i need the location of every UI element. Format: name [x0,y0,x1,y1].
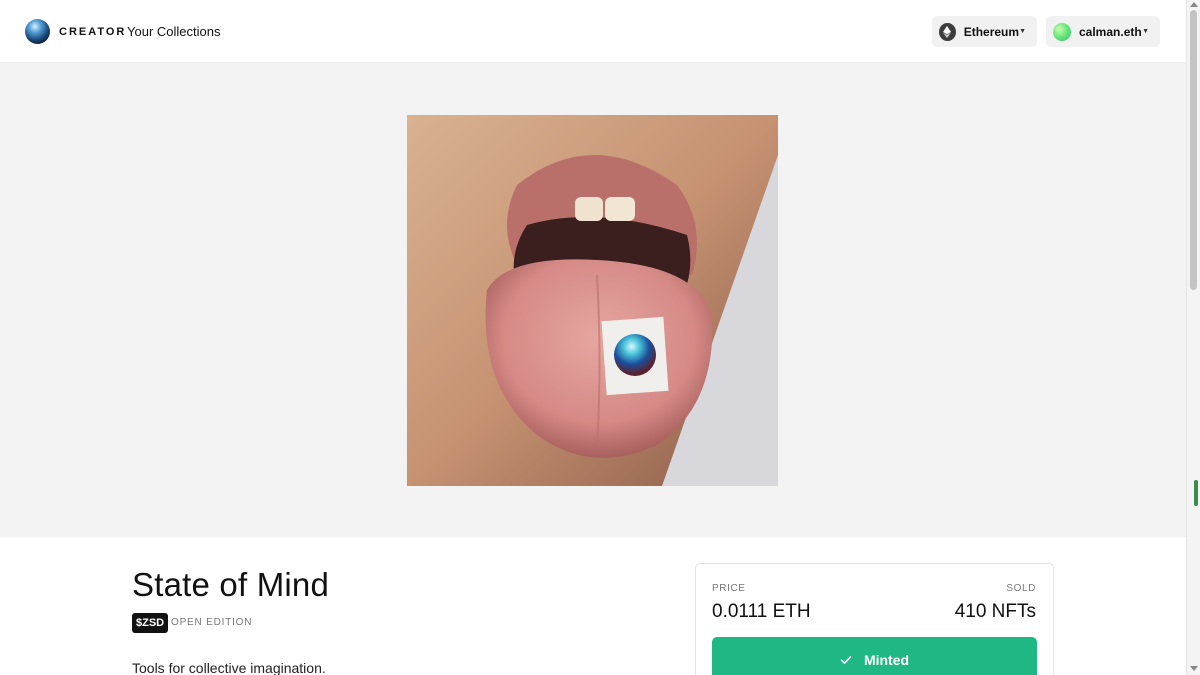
minted-button[interactable]: Minted [712,637,1037,675]
scroll-position-marker [1194,480,1198,506]
network-selector[interactable]: Ethereum ▼ [932,16,1037,47]
network-label: Ethereum [963,24,1020,39]
page-title: State of Mind [132,566,330,603]
account-menu[interactable]: calman.eth ▼ [1046,16,1160,47]
brand-name[interactable]: CREATOR [59,26,126,38]
tongue-artwork-illustration [407,115,778,486]
price-label: PRICE [712,583,746,594]
check-icon [840,656,852,664]
sold-value: 410 NFTs [954,601,1036,622]
ethereum-icon [939,22,956,41]
scrollbar-thumb[interactable] [1190,10,1197,290]
avatar [1053,22,1071,41]
token-description: Tools for collective imagination. [132,660,326,675]
page-scrollbar[interactable] [1186,0,1200,675]
chevron-down-icon: ▼ [1142,28,1149,35]
minted-button-label: Minted [863,652,910,668]
sold-label: SOLD [1006,583,1036,594]
price-card: PRICE SOLD 0.0111 ETH 410 NFTs Minted [695,563,1054,675]
token-symbol-badge: $ZSD [132,613,169,633]
scroll-up-icon[interactable] [1190,2,1198,7]
scroll-down-icon[interactable] [1190,666,1198,671]
chevron-down-icon: ▼ [1019,28,1026,35]
account-label: calman.eth [1079,24,1142,39]
top-header: CREATOR Your Collections Ethereum ▼ calm… [0,0,1186,63]
artwork-hero [0,63,1186,537]
edition-label: OPEN EDITION [171,617,253,628]
artwork-image[interactable] [407,115,778,486]
price-value: 0.0111 ETH [712,601,811,622]
creator-logo-icon[interactable] [25,19,50,44]
your-collections-link[interactable]: Your Collections [127,24,220,39]
